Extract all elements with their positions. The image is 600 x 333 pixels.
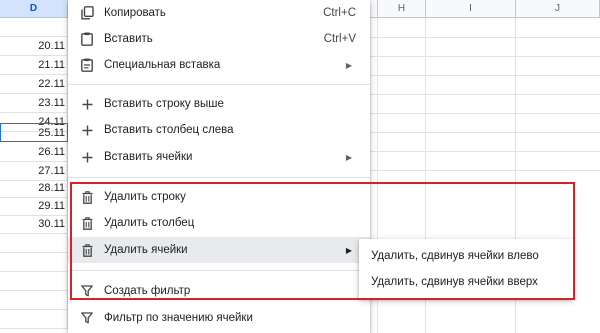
cell-d-row[interactable]: 30.11 <box>0 215 68 234</box>
trash-icon <box>80 190 94 204</box>
submenu-arrow-icon: ▶ <box>345 245 352 255</box>
context-menu: Копировать Ctrl+C Вставить Ctrl+V Специа… <box>68 0 370 333</box>
grid-line <box>370 151 600 152</box>
cell-d-row[interactable]: 21.11 <box>0 56 68 75</box>
menu-divider <box>68 84 370 85</box>
grid-line <box>370 94 600 95</box>
cell-d-row[interactable]: 22.11 <box>0 75 68 94</box>
shortcut-text: Ctrl+V <box>323 33 356 45</box>
trash-icon <box>80 216 94 230</box>
menu-item-label: Вставить строку выше <box>104 98 224 110</box>
column-header-j[interactable]: J <box>516 0 600 18</box>
delete-cells-submenu: Удалить, сдвинув ячейки влево Удалить, с… <box>359 239 573 299</box>
menu-item-label: Копировать <box>104 7 166 19</box>
grid-line <box>370 113 600 114</box>
cell-d-empty[interactable] <box>0 18 68 37</box>
column-header-i[interactable]: I <box>426 0 516 18</box>
grid-line <box>370 132 600 133</box>
trash-icon <box>80 243 94 257</box>
grid-line <box>370 170 600 171</box>
menu-item-copy[interactable]: Копировать Ctrl+C <box>68 0 370 26</box>
menu-item-label: Специальная вставка <box>104 59 221 71</box>
submenu-item-shift-left[interactable]: Удалить, сдвинув ячейки влево <box>359 243 573 269</box>
menu-item-delete-column[interactable]: Удалить столбец <box>68 210 370 236</box>
menu-item-label: Удалить ячейки <box>104 244 188 256</box>
shortcut-text: Ctrl+C <box>323 7 356 19</box>
menu-item-label: Вставить <box>104 33 153 45</box>
copy-icon <box>80 6 94 20</box>
menu-item-paste[interactable]: Вставить Ctrl+V <box>68 26 370 52</box>
submenu-item-shift-up[interactable]: Удалить, сдвинув ячейки вверх <box>359 269 573 295</box>
filter-icon <box>80 284 94 298</box>
menu-item-delete-row[interactable]: Удалить строку <box>68 184 370 210</box>
paste-special-icon <box>80 58 94 72</box>
grid-line <box>370 37 600 38</box>
cell-d-empty[interactable] <box>0 253 68 272</box>
cell-d-empty[interactable] <box>0 310 68 329</box>
menu-item-label: Фильтр по значению ячейки <box>104 312 253 324</box>
column-header-g[interactable] <box>370 0 378 18</box>
menu-item-delete-cells[interactable]: Удалить ячейки ▶ <box>68 237 370 263</box>
grid-line <box>370 56 600 57</box>
menu-item-label: Удалить столбец <box>104 217 195 229</box>
menu-item-paste-special[interactable]: Специальная вставка ▶ <box>68 52 370 78</box>
filter-icon <box>80 311 94 325</box>
submenu-arrow-icon: ▶ <box>345 152 352 162</box>
menu-item-filter-by-value[interactable]: Фильтр по значению ячейки <box>68 305 370 331</box>
column-header-d[interactable]: D <box>0 0 68 18</box>
plus-icon <box>80 97 94 111</box>
menu-item-label: Создать фильтр <box>104 285 191 297</box>
cell-d-empty[interactable] <box>0 291 68 310</box>
cell-d-row[interactable]: 20.11 <box>0 37 68 56</box>
grid-line <box>370 75 600 76</box>
plus-icon <box>80 123 94 137</box>
menu-item-label: Вставить ячейки <box>104 151 193 163</box>
paste-icon <box>80 32 94 46</box>
cell-d-empty[interactable] <box>0 234 68 253</box>
menu-item-label: Удалить строку <box>104 191 186 203</box>
menu-item-insert-column-left[interactable]: Вставить столбец слева <box>68 117 370 143</box>
submenu-arrow-icon: ▶ <box>345 60 352 70</box>
cell-d-row[interactable]: 23.11 <box>0 94 68 113</box>
menu-divider <box>68 270 370 271</box>
cell-d-row[interactable]: 26.11 <box>0 143 68 162</box>
plus-icon <box>80 150 94 164</box>
cell-d-selected[interactable]: 25.11 <box>0 123 68 142</box>
cell-d-empty[interactable] <box>0 272 68 291</box>
column-header-h[interactable]: H <box>378 0 426 18</box>
menu-item-insert-row-above[interactable]: Вставить строку выше <box>68 91 370 117</box>
menu-item-create-filter[interactable]: Создать фильтр <box>68 278 370 304</box>
menu-item-label: Вставить столбец слева <box>104 124 234 136</box>
menu-divider <box>68 177 370 178</box>
cell-d-row[interactable]: 29.11 <box>0 197 68 216</box>
menu-item-insert-cells[interactable]: Вставить ячейки ▶ <box>68 144 370 170</box>
cell-d-row[interactable]: 28.11 <box>0 179 68 198</box>
